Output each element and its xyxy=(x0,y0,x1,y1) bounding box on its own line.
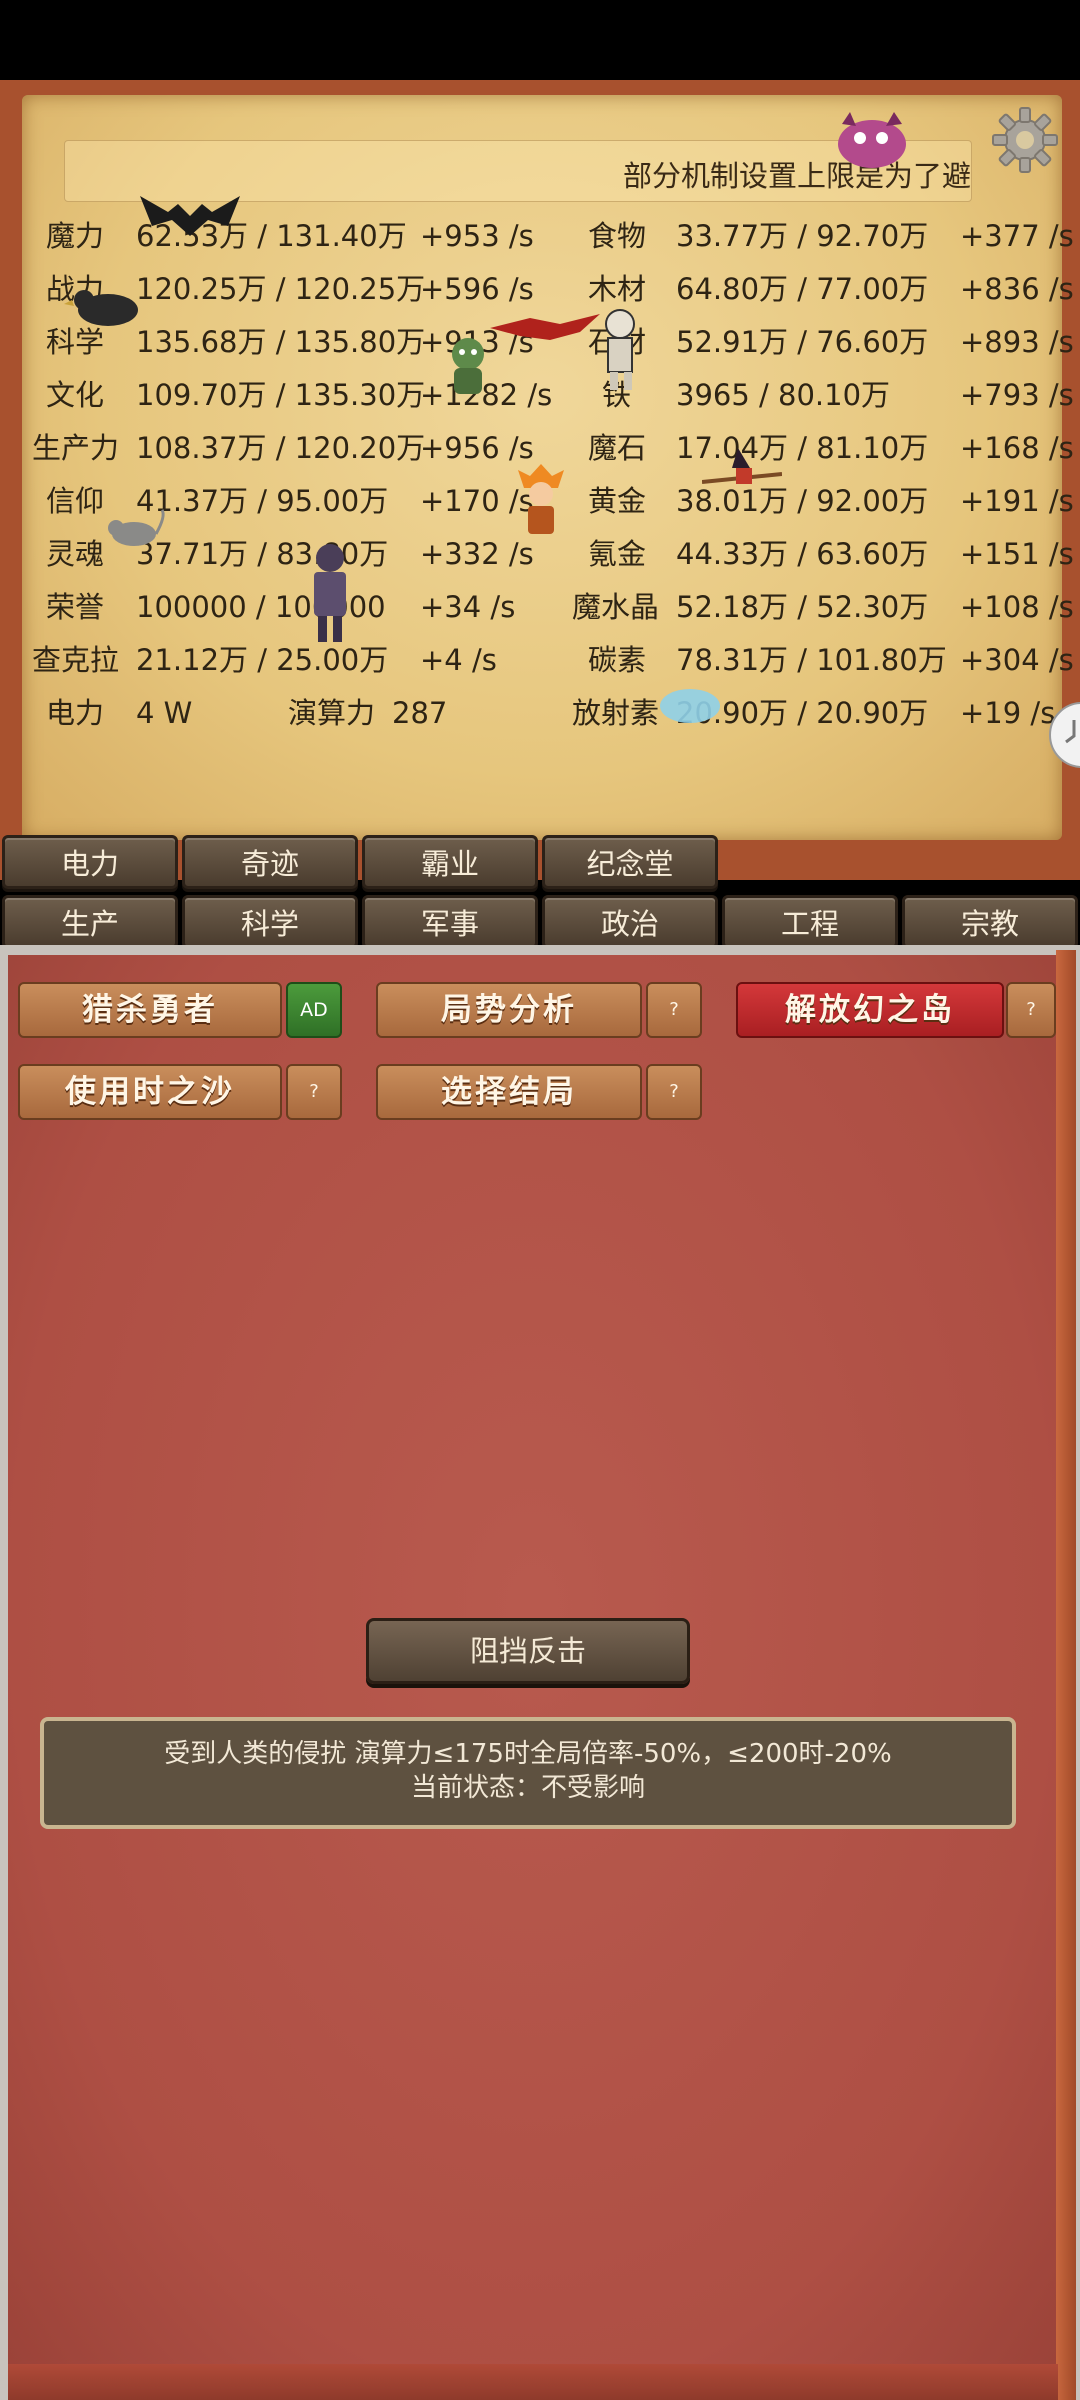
stat-row: 灵魂 37.71万 / 83.80万 +332 /s xyxy=(0,528,540,580)
power-value: 4 W xyxy=(136,696,193,730)
stat-name: 荣誉 xyxy=(46,590,105,624)
stat-amount: 33.77万 / 92.70万 xyxy=(676,219,929,253)
stat-amount: 52.91万 / 76.60万 xyxy=(676,325,929,359)
stat-name: 灵魂 xyxy=(46,537,105,571)
stat-rate: +793 /s xyxy=(960,378,1074,412)
stat-row: 氪金 44.33万 / 63.60万 +151 /s xyxy=(560,528,1074,580)
ad-button[interactable]: AD xyxy=(286,982,342,1038)
stat-row: 查克拉 21.12万 / 25.00万 +4 /s xyxy=(0,634,540,686)
notice-text: 部分机制设置上限是为了避 xyxy=(622,159,971,193)
purple-demon-sprite-icon xyxy=(838,112,906,168)
stat-name: 查克拉 xyxy=(32,643,120,677)
liberate-help-button[interactable]: ? xyxy=(1006,982,1056,1038)
liberate-island-button[interactable]: 解放幻之岛 xyxy=(736,982,1004,1038)
ending-help-button[interactable]: ? xyxy=(646,1064,702,1120)
board-right-rail xyxy=(1056,950,1076,2400)
stat-rate: +596 /s xyxy=(420,272,534,306)
board-bottom-edge xyxy=(8,2364,1058,2400)
stat-row: 魔力 62.53万 / 131.40万 +953 /s xyxy=(0,210,540,262)
stat-row: 荣誉 100000 / 100000 +34 /s xyxy=(0,581,540,633)
stat-rate: +893 /s xyxy=(960,325,1074,359)
side-clock-handle-icon[interactable] xyxy=(1046,700,1080,770)
slime-sprite-icon xyxy=(660,689,720,723)
info-line-status: 当前状态：不受影响 xyxy=(410,1773,645,1803)
dark-knight-sprite-icon xyxy=(314,544,346,642)
compute-label: 演算力 xyxy=(288,696,376,730)
stat-rate: +191 /s xyxy=(960,484,1074,518)
stat-name: 魔力 xyxy=(46,219,105,253)
stat-amount: 41.37万 / 95.00万 xyxy=(136,484,389,518)
tab-politics[interactable]: 政治 xyxy=(542,895,718,949)
stat-name: 信仰 xyxy=(46,484,105,518)
stat-name: 食物 xyxy=(588,219,647,253)
flame-hero-sprite-icon xyxy=(518,464,564,534)
tab-production[interactable]: 生产 xyxy=(2,895,178,949)
stat-row: 魔石 17.04万 / 81.10万 +168 /s xyxy=(560,422,1074,474)
stat-amount: 64.80万 / 77.00万 xyxy=(676,272,929,306)
stat-amount: 109.70万 / 135.30万 xyxy=(136,378,426,412)
stat-rate: +4 /s xyxy=(420,643,497,677)
stat-amount: 3965 / 80.10万 xyxy=(676,378,891,412)
tab-wonders[interactable]: 奇迹 xyxy=(182,835,358,889)
tab-power[interactable]: 电力 xyxy=(2,835,178,889)
stat-name: 魔石 xyxy=(588,431,647,465)
block-counterattack-button[interactable]: 阻挡反击 xyxy=(366,1618,690,1684)
crow-sprite-icon xyxy=(64,290,138,326)
hourglass-help-button[interactable]: ? xyxy=(286,1064,342,1120)
stat-amount: 120.25万 / 120.25万 xyxy=(136,272,426,306)
stat-row: 生产力 108.37万 / 120.20万 +956 /s xyxy=(0,422,540,474)
tab-engineering[interactable]: 工程 xyxy=(722,895,898,949)
stat-amount: 135.68万 / 135.80万 xyxy=(136,325,426,359)
stat-rate: +108 /s xyxy=(960,590,1074,624)
stat-name: 文化 xyxy=(46,378,105,412)
stat-row: 碳素 78.31万 / 101.80万 +304 /s xyxy=(560,634,1074,686)
stat-name: 黄金 xyxy=(588,484,647,518)
bat-sprite-icon xyxy=(140,196,240,236)
compute-value: 287 xyxy=(392,696,448,730)
stat-amount: 78.31万 / 101.80万 xyxy=(676,643,947,677)
rat-sprite-icon xyxy=(108,509,165,546)
info-line-effect: 受到人类的侵扰 演算力≤175时全局倍率-50%，≤200时-20% xyxy=(164,1739,892,1769)
stat-row: 魔水晶 52.18万 / 52.30万 +108 /s xyxy=(560,581,1074,633)
stat-name: 生产力 xyxy=(32,431,120,465)
stat-rate: +34 /s xyxy=(420,590,516,624)
tab-military[interactable]: 军事 xyxy=(362,895,538,949)
stat-rate: +836 /s xyxy=(960,272,1074,306)
settings-gear-icon[interactable] xyxy=(990,105,1060,175)
hunt-hero-button[interactable]: 猎杀勇者 xyxy=(18,982,282,1038)
stat-rate: +304 /s xyxy=(960,643,1074,677)
stat-amount: 52.18万 / 52.30万 xyxy=(676,590,929,624)
status-info-box: 受到人类的侵扰 演算力≤175时全局倍率-50%，≤200时-20% 当前状态：… xyxy=(40,1717,1016,1829)
stat-amount: 44.33万 / 63.60万 xyxy=(676,537,929,571)
power-label: 电力 xyxy=(46,696,105,730)
tab-science[interactable]: 科学 xyxy=(182,895,358,949)
red-dragon-sprite-icon xyxy=(490,314,600,340)
tab-hegemony[interactable]: 霸业 xyxy=(362,835,538,889)
stat-row: 黄金 38.01万 / 92.00万 +191 /s xyxy=(560,475,1074,527)
stat-name: 碳素 xyxy=(588,643,647,677)
tab-religion[interactable]: 宗教 xyxy=(902,895,1078,949)
choose-ending-button[interactable]: 选择结局 xyxy=(376,1064,642,1120)
radiation-rate: +19 /s xyxy=(960,696,1056,730)
status-bar xyxy=(0,0,1080,80)
stat-row: 信仰 41.37万 / 95.00万 +170 /s xyxy=(0,475,540,527)
situation-analysis-button[interactable]: 局势分析 xyxy=(376,982,642,1038)
stat-row: 食物 33.77万 / 92.70万 +377 /s xyxy=(560,210,1074,262)
stat-name: 魔水晶 xyxy=(572,590,660,624)
stat-amount: 108.37万 / 120.20万 xyxy=(136,431,426,465)
stat-rate: +168 /s xyxy=(960,431,1074,465)
witch-on-broom-sprite-icon xyxy=(702,448,782,484)
tab-memorial[interactable]: 纪念堂 xyxy=(542,835,718,889)
radiation-label: 放射素 xyxy=(572,696,660,730)
use-sands-of-time-button[interactable]: 使用时之沙 xyxy=(18,1064,282,1120)
skeleton-sprite-icon xyxy=(605,309,635,390)
stat-name: 氪金 xyxy=(588,537,647,571)
stat-rate: +151 /s xyxy=(960,537,1074,571)
goblin-sprite-icon xyxy=(452,338,484,394)
analysis-help-button[interactable]: ? xyxy=(646,982,702,1038)
stat-row-last: 电力 4 W 演算力 287 放射素 20.90万 / 20.90万 +19 /… xyxy=(0,687,1060,739)
stat-rate: +377 /s xyxy=(960,219,1074,253)
stat-rate: +953 /s xyxy=(420,219,534,253)
